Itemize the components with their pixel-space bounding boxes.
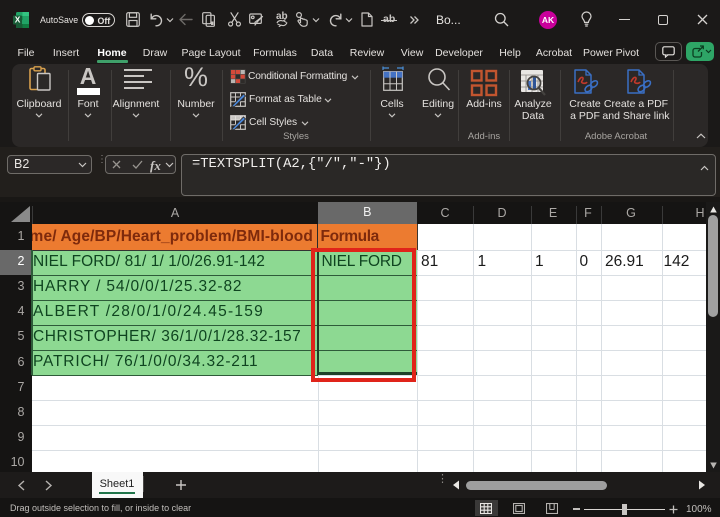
svg-text:X: X: [15, 15, 21, 25]
